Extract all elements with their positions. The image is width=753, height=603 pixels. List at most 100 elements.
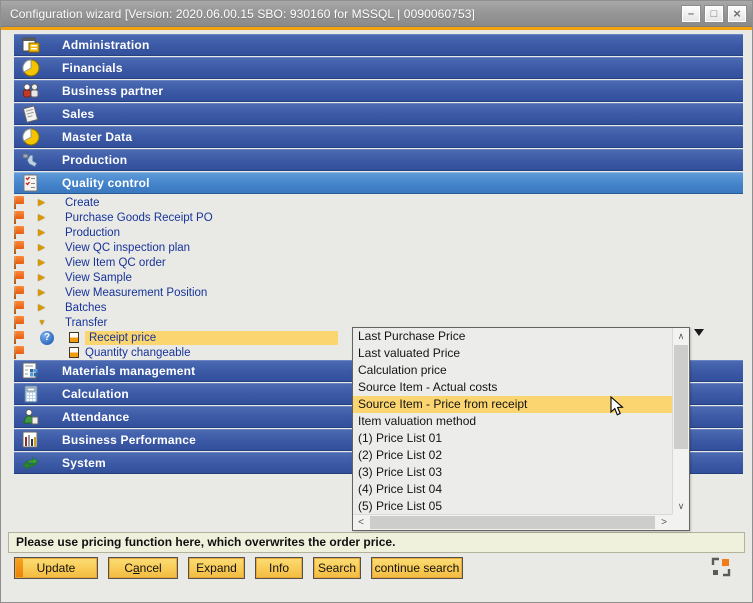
checkbox-icon[interactable] bbox=[69, 332, 79, 343]
list-item[interactable]: Calculation price bbox=[353, 362, 672, 379]
horizontal-scroll-thumb[interactable] bbox=[370, 516, 655, 529]
list-item[interactable]: (4) Price List 04 bbox=[353, 481, 672, 498]
list-item[interactable]: Last valuated Price bbox=[353, 345, 672, 362]
tree-item-batches[interactable]: ▶ Batches bbox=[10, 300, 743, 315]
minimize-button[interactable]: – bbox=[681, 5, 701, 23]
hand-icon bbox=[20, 151, 42, 170]
section-administration[interactable]: Administration bbox=[14, 34, 743, 56]
section-label: Business Performance bbox=[62, 433, 196, 447]
checkbox-icon[interactable] bbox=[69, 347, 79, 358]
horizontal-scrollbar[interactable]: < > bbox=[353, 514, 672, 530]
selected-tree-label[interactable]: Receipt price bbox=[85, 331, 338, 345]
expand-button[interactable]: Expand bbox=[188, 557, 245, 579]
scroll-right-icon[interactable]: > bbox=[656, 515, 672, 530]
chevron-down-icon[interactable]: ▼ bbox=[38, 318, 50, 327]
section-quality-control[interactable]: Quality control bbox=[14, 172, 743, 194]
flag-icon bbox=[11, 286, 25, 299]
tree-item-purchase-goods-receipt-po[interactable]: ▶ Purchase Goods Receipt PO bbox=[10, 210, 743, 225]
scroll-left-icon[interactable]: < bbox=[353, 515, 369, 530]
tree-item-view-qc-inspection-plan[interactable]: ▶ View QC inspection plan bbox=[10, 240, 743, 255]
flag-icon bbox=[11, 226, 25, 239]
section-label: Calculation bbox=[62, 387, 129, 401]
section-label: Administration bbox=[62, 38, 149, 52]
flag-icon bbox=[11, 316, 25, 329]
bar-chart-icon bbox=[20, 431, 42, 450]
section-label: Master Data bbox=[62, 130, 132, 144]
button-row: Update Cancel Expand Info Search continu… bbox=[14, 557, 463, 579]
chevron-right-icon[interactable]: ▶ bbox=[38, 287, 50, 298]
flag-icon bbox=[11, 211, 25, 224]
section-production[interactable]: Production bbox=[14, 149, 743, 171]
flag-icon bbox=[11, 331, 25, 344]
maximize-button[interactable]: □ bbox=[704, 5, 724, 23]
tree-item-view-measurement-position[interactable]: ▶ View Measurement Position bbox=[10, 285, 743, 300]
chevron-right-icon[interactable]: ▶ bbox=[38, 257, 50, 268]
listbox-items: Last Purchase Price Last valuated Price … bbox=[353, 328, 672, 514]
info-button[interactable]: Info bbox=[255, 557, 303, 579]
section-label: Financials bbox=[62, 61, 123, 75]
flag-icon bbox=[11, 241, 25, 254]
flag-icon bbox=[11, 256, 25, 269]
status-message: Please use pricing function here, which … bbox=[8, 532, 745, 553]
chevron-right-icon[interactable]: ▶ bbox=[38, 272, 50, 283]
scroll-up-icon[interactable]: ∧ bbox=[673, 328, 689, 344]
tree-item-production[interactable]: ▶ Production bbox=[10, 225, 743, 240]
section-financials[interactable]: Financials bbox=[14, 57, 743, 79]
section-business-partner[interactable]: Business partner bbox=[14, 80, 743, 102]
calculator-icon bbox=[20, 385, 42, 404]
pie-chart-icon bbox=[20, 59, 42, 78]
close-button[interactable]: × bbox=[727, 5, 747, 23]
list-item[interactable]: Item valuation method bbox=[353, 413, 672, 430]
window-controls: – □ × bbox=[681, 5, 747, 23]
list-item[interactable]: (3) Price List 03 bbox=[353, 464, 672, 481]
list-item[interactable]: Source Item - Actual costs bbox=[353, 379, 672, 396]
chevron-right-icon[interactable]: ▶ bbox=[38, 227, 50, 238]
list-item-selected[interactable]: Source Item - Price from receipt bbox=[353, 396, 672, 413]
section-label: Quality control bbox=[62, 176, 150, 190]
wizard-body: Administration Financials Business partn… bbox=[1, 30, 752, 602]
form-icon bbox=[20, 36, 42, 55]
list-item[interactable]: (1) Price List 01 bbox=[353, 430, 672, 447]
vertical-scrollbar[interactable]: ∧ ∨ bbox=[672, 328, 689, 514]
cancel-button[interactable]: Cancel bbox=[108, 557, 178, 579]
flag-icon bbox=[11, 346, 25, 359]
combo-dropdown-icon[interactable] bbox=[694, 329, 704, 336]
search-button[interactable]: Search bbox=[313, 557, 361, 579]
section-label: Sales bbox=[62, 107, 94, 121]
sales-document-icon bbox=[20, 105, 42, 124]
tree-item-view-item-qc-order[interactable]: ▶ View Item QC order bbox=[10, 255, 743, 270]
chevron-right-icon[interactable]: ▶ bbox=[38, 212, 50, 223]
continue-search-button[interactable]: continue search bbox=[371, 557, 463, 579]
section-sales[interactable]: Sales bbox=[14, 103, 743, 125]
window-title: Configuration wizard [Version: 2020.06.0… bbox=[1, 7, 475, 21]
checklist-icon bbox=[20, 174, 42, 193]
chevron-right-icon[interactable]: ▶ bbox=[38, 242, 50, 253]
section-label: Materials management bbox=[62, 364, 195, 378]
price-source-listbox: Last Purchase Price Last valuated Price … bbox=[352, 327, 690, 531]
chevron-right-icon[interactable]: ▶ bbox=[38, 302, 50, 313]
form-grid-icon bbox=[20, 362, 42, 381]
chevron-right-icon[interactable]: ▶ bbox=[38, 197, 50, 208]
scrollbar-corner bbox=[672, 514, 689, 530]
update-button[interactable]: Update bbox=[14, 557, 98, 579]
tree-item-create[interactable]: ▶ Create bbox=[10, 195, 743, 210]
people-icon bbox=[20, 82, 42, 101]
section-label: System bbox=[62, 456, 106, 470]
section-label: Production bbox=[62, 153, 127, 167]
pie-chart-icon bbox=[20, 128, 42, 147]
section-label: Business partner bbox=[62, 84, 163, 98]
list-item[interactable]: (2) Price List 02 bbox=[353, 447, 672, 464]
resize-grip-icon[interactable] bbox=[711, 557, 731, 577]
vertical-scroll-thumb[interactable] bbox=[674, 345, 688, 449]
scroll-down-icon[interactable]: ∨ bbox=[673, 498, 689, 514]
flag-icon bbox=[11, 271, 25, 284]
help-icon[interactable]: ? bbox=[40, 331, 54, 345]
section-label: Attendance bbox=[62, 410, 129, 424]
flag-icon bbox=[11, 301, 25, 314]
tree-item-view-sample[interactable]: ▶ View Sample bbox=[10, 270, 743, 285]
flag-icon bbox=[11, 196, 25, 209]
person-icon bbox=[20, 408, 42, 427]
list-item[interactable]: (5) Price List 05 bbox=[353, 498, 672, 514]
section-master-data[interactable]: Master Data bbox=[14, 126, 743, 148]
list-item[interactable]: Last Purchase Price bbox=[353, 328, 672, 345]
